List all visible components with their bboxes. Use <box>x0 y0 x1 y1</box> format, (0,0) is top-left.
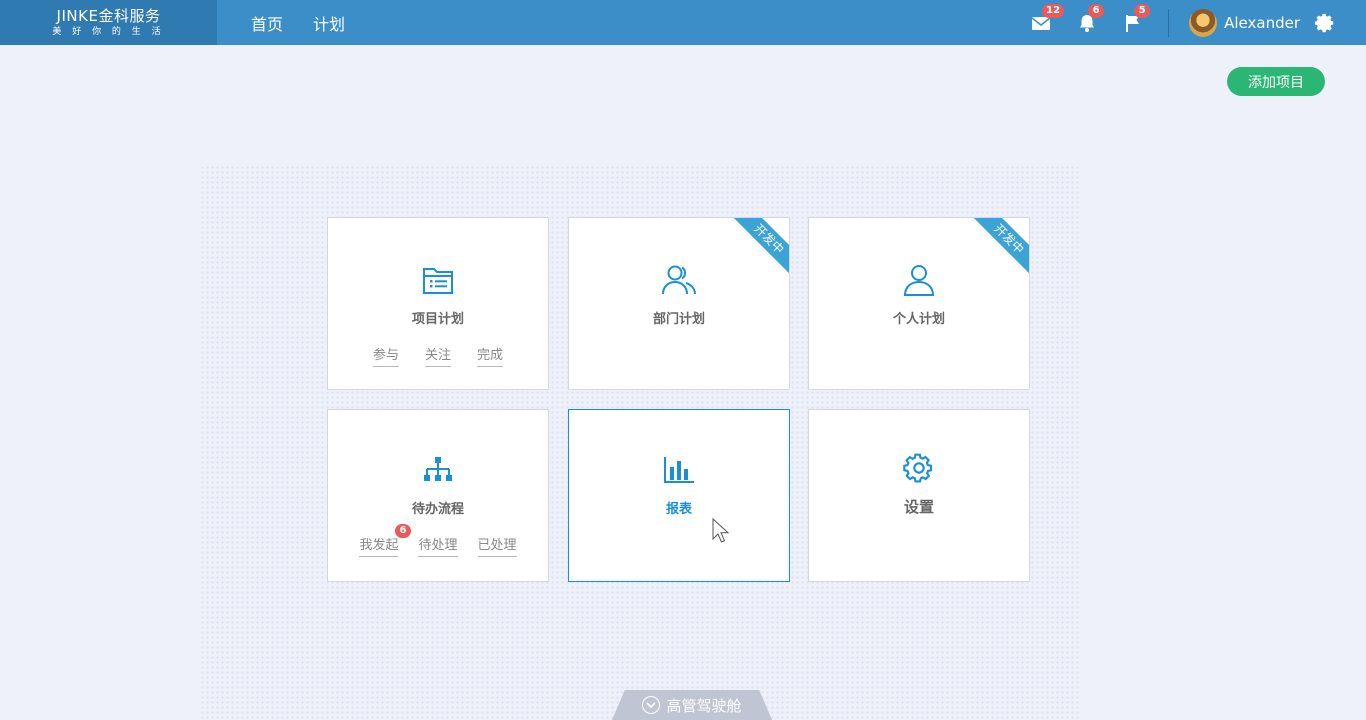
add-project-button[interactable]: 添加项目 <box>1227 67 1325 96</box>
link-pending[interactable]: 待处理 <box>418 534 458 557</box>
link-processed[interactable]: 已处理 <box>477 534 517 557</box>
avatar[interactable] <box>1189 8 1218 37</box>
mouse-cursor-icon <box>712 518 730 543</box>
logo-slogan: 美 好 你 的 生 活 <box>52 26 165 37</box>
header-actions: 12 6 5 Alexander <box>1030 0 1366 45</box>
header-divider <box>1168 8 1170 37</box>
mail-badge: 12 <box>1042 3 1065 18</box>
link-initiated[interactable]: 我发起 6 <box>359 523 413 557</box>
card-title: 项目计划 <box>411 312 464 327</box>
link-complete[interactable]: 完成 <box>477 344 504 367</box>
user-icon <box>903 264 935 296</box>
bar-chart-icon <box>663 456 695 484</box>
in-development-ribbon: 开发中 <box>730 218 789 278</box>
main-nav: 首页 计划 <box>251 11 375 35</box>
card-title: 待办流程 <box>411 502 464 517</box>
mail-button[interactable]: 12 <box>1030 3 1065 34</box>
initiated-badge: 6 <box>393 523 413 539</box>
card-dept-plan[interactable]: 开发中 部门计划 <box>568 217 790 390</box>
gear-icon[interactable] <box>1314 12 1336 34</box>
card-report[interactable]: 报表 <box>568 409 790 582</box>
in-development-ribbon: 开发中 <box>970 218 1029 278</box>
flag-badge: 5 <box>1134 3 1151 18</box>
card-title: 个人计划 <box>892 312 945 327</box>
username[interactable]: Alexander <box>1224 14 1300 32</box>
nav-item-plan[interactable]: 计划 <box>313 11 345 35</box>
card-title: 部门计划 <box>652 312 705 327</box>
project-plan-links: 参与 关注 完成 <box>328 344 548 367</box>
cockpit-label: 高管驾驶舱 <box>666 696 742 715</box>
brand-logo[interactable]: JINKE金科服务 美 好 你 的 生 活 <box>0 0 217 45</box>
flag-button[interactable]: 5 <box>1122 3 1151 34</box>
card-project-plan[interactable]: 项目计划 参与 关注 完成 <box>327 217 549 390</box>
bell-badge: 6 <box>1088 3 1105 18</box>
link-follow[interactable]: 关注 <box>424 344 451 367</box>
nav-item-home[interactable]: 首页 <box>251 11 283 35</box>
card-title: 报表 <box>665 502 692 517</box>
link-initiated-label: 我发起 <box>359 538 399 553</box>
card-title: 设置 <box>903 498 934 516</box>
link-participate[interactable]: 参与 <box>372 344 399 367</box>
logo-brand: JINKE <box>56 6 99 25</box>
notification-button[interactable]: 6 <box>1076 3 1105 34</box>
users-icon <box>661 264 697 296</box>
logo-brand-cn: 金科服务 <box>98 6 161 25</box>
gear-icon <box>903 452 935 484</box>
card-settings[interactable]: 设置 <box>808 409 1030 582</box>
top-header: JINKE金科服务 美 好 你 的 生 活 首页 计划 12 6 5 Alexa… <box>0 0 1366 45</box>
folder-list-icon <box>422 266 454 296</box>
card-workflow[interactable]: 待办流程 我发起 6 待处理 已处理 <box>327 409 549 582</box>
card-personal-plan[interactable]: 开发中 个人计划 <box>808 217 1030 390</box>
chevron-down-circle-icon <box>642 696 661 714</box>
logo-title: JINKE金科服务 <box>56 6 161 25</box>
executive-cockpit-tab[interactable]: 高管驾驶舱 <box>612 690 772 720</box>
org-chart-icon <box>423 456 453 484</box>
workflow-links: 我发起 6 待处理 已处理 <box>328 523 548 557</box>
